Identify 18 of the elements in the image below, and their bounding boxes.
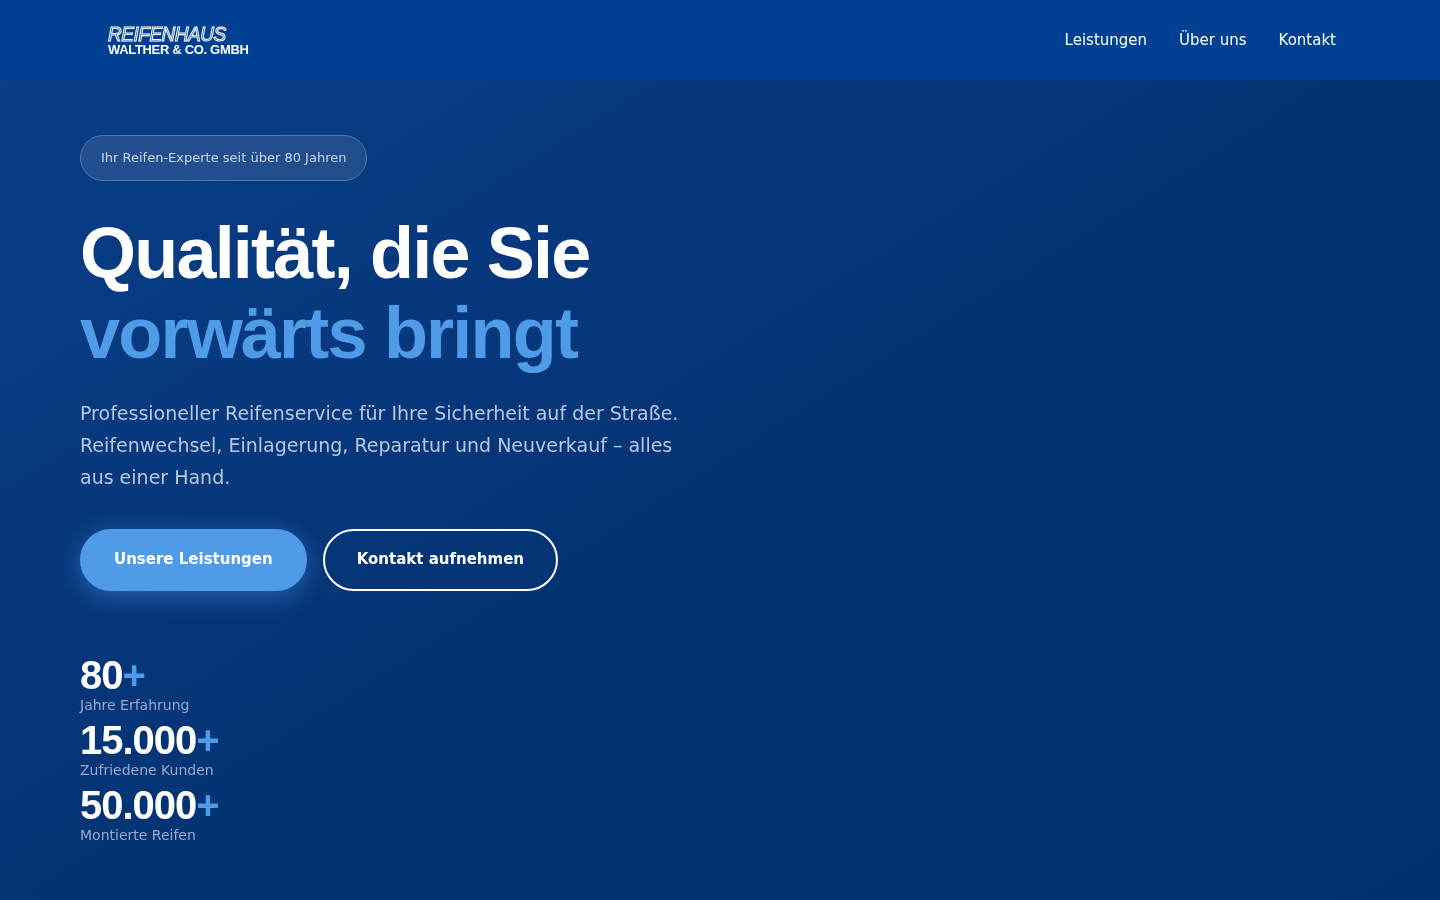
stat-value: 80 [80, 654, 123, 695]
stat-plus: + [122, 654, 145, 695]
tagline-badge: Ihr Reifen-Experte seit über 80 Jahren [80, 135, 368, 181]
nav-link[interactable]: Über uns [1179, 28, 1247, 52]
nav-link[interactable]: Leistungen [1064, 28, 1148, 52]
stat-label: Zufriedene Kunden [80, 760, 215, 780]
stat-value: 15.000 [80, 719, 197, 760]
nav-link[interactable]: Kontakt [1278, 28, 1336, 52]
logo[interactable]: REIFENHAUS WALTHER & CO. GMBH [108, 24, 249, 56]
headline: Qualität, die Sie [80, 212, 591, 293]
contact-button[interactable]: Kontakt aufnehmen [322, 528, 558, 591]
stat-value: 50.000 [80, 784, 197, 825]
stat-plus: + [196, 719, 219, 760]
stat-plus: + [196, 784, 219, 825]
hero-description: Professioneller Reifenservice für Ihre Sicherheit auf der Straße. Reifenwechsel, Einlagerung, Reparatur und Neuverkauf – alles aus einer Hand. [80, 400, 680, 490]
headline-accent: vorwärts bringt [80, 292, 579, 373]
stat-label: Montierte Reifen [80, 825, 197, 845]
stat-label: Jahre Erfahrung [80, 695, 191, 715]
